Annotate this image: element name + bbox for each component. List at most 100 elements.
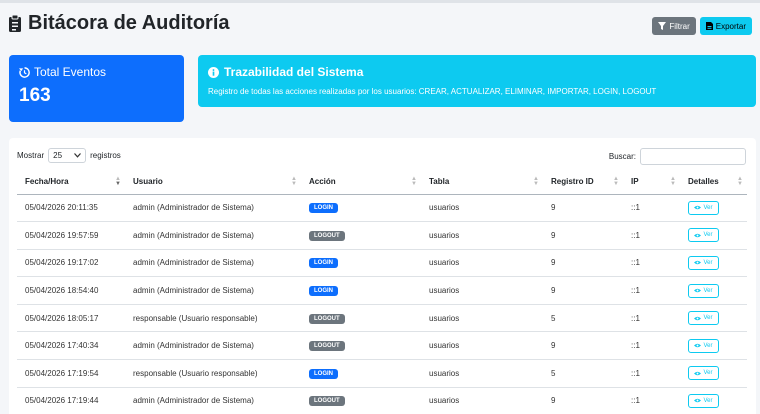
filter-button[interactable]: Filtrar xyxy=(652,17,696,35)
view-details-label: Ver xyxy=(703,315,713,322)
cell-ip: ::1 xyxy=(623,249,680,278)
col-header-ip[interactable]: IP ▲ ▼ xyxy=(623,170,680,195)
cell-fecha: 05/04/2026 19:17:02 xyxy=(17,249,125,278)
page-title: Bitácora de Auditoría xyxy=(8,12,230,35)
cell-fecha: 05/04/2026 19:57:59 xyxy=(17,221,125,250)
view-details-label: Ver xyxy=(703,287,713,294)
col-header-accion[interactable]: Acción ▲ ▼ xyxy=(301,170,421,195)
total-events-label: Total Eventos xyxy=(34,65,107,79)
cell-registro: 9 xyxy=(543,387,623,414)
page-title-text: Bitácora de Auditoría xyxy=(28,12,230,34)
search-input[interactable] xyxy=(640,148,746,165)
cell-detalles: Ver xyxy=(680,387,747,414)
view-details-button[interactable]: Ver xyxy=(688,338,719,353)
view-details-label: Ver xyxy=(703,232,713,239)
cell-accion: LOGOUT xyxy=(301,221,421,250)
col-header-registro[interactable]: Registro ID ▲ ▼ xyxy=(543,170,623,195)
view-details-button[interactable]: Ver xyxy=(688,200,719,215)
table-row: 05/04/2026 18:54:40 admin (Administrador… xyxy=(17,276,747,305)
cell-accion: LOGOUT xyxy=(301,304,421,333)
cell-registro: 5 xyxy=(543,359,623,388)
cell-tabla: usuarios xyxy=(421,249,543,278)
cell-usuario: admin (Administrador de Sistema) xyxy=(125,276,301,305)
cell-accion: LOGIN xyxy=(301,194,421,223)
file-export-icon xyxy=(705,22,713,30)
action-badge: LOGOUT xyxy=(309,313,345,324)
cell-accion: LOGIN xyxy=(301,249,421,278)
cell-accion: LOGOUT xyxy=(301,331,421,361)
cell-detalles: Ver xyxy=(680,304,747,333)
view-details-label: Ver xyxy=(703,259,713,266)
filter-button-label: Filtrar xyxy=(669,21,690,31)
cell-tabla: usuarios xyxy=(421,194,543,223)
action-badge: LOGOUT xyxy=(309,396,345,407)
traceability-description: Registro de todas las acciones realizada… xyxy=(208,87,657,96)
view-details-label: Ver xyxy=(703,397,713,404)
cell-usuario: responsable (Usuario responsable) xyxy=(125,304,301,333)
export-button-label: Exportar xyxy=(715,21,746,31)
cell-detalles: Ver xyxy=(680,359,747,388)
action-badge: LOGIN xyxy=(309,286,338,297)
col-header-tabla[interactable]: Tabla ▲ ▼ xyxy=(421,170,543,195)
table-body: 05/04/2026 20:11:35 admin (Administrador… xyxy=(17,194,747,414)
total-events-card: Total Eventos 163 xyxy=(9,55,184,122)
cell-ip: ::1 xyxy=(623,221,680,250)
cell-fecha: 05/04/2026 20:11:35 xyxy=(17,194,125,223)
eye-icon xyxy=(694,206,702,210)
cell-detalles: Ver xyxy=(680,194,747,223)
action-badge: LOGIN xyxy=(309,368,338,379)
page-size-select[interactable]: 25 xyxy=(48,148,87,163)
sort-desc-icon: ▲ ▼ xyxy=(115,176,121,187)
cell-usuario: admin (Administrador de Sistema) xyxy=(125,194,301,223)
view-details-label: Ver xyxy=(703,370,713,377)
eye-icon xyxy=(694,371,702,376)
cell-tabla: usuarios xyxy=(421,276,543,305)
view-details-button[interactable]: Ver xyxy=(688,311,719,326)
cell-ip: ::1 xyxy=(623,304,680,333)
cell-usuario: admin (Administrador de Sistema) xyxy=(125,221,301,250)
sort-icon: ▲ ▼ xyxy=(737,176,743,187)
table-row: 05/04/2026 17:19:54 responsable (Usuario… xyxy=(17,359,747,388)
action-badge: LOGOUT xyxy=(309,341,345,352)
view-details-button[interactable]: Ver xyxy=(688,283,719,298)
col-header-usuario[interactable]: Usuario ▲ ▼ xyxy=(125,170,301,195)
cell-ip: ::1 xyxy=(623,359,680,388)
clipboard-list-icon xyxy=(9,14,21,32)
view-details-button[interactable]: Ver xyxy=(688,366,719,381)
table-row: 05/04/2026 20:11:35 admin (Administrador… xyxy=(17,194,747,223)
chevron-down-icon xyxy=(74,153,82,158)
cell-tabla: usuarios xyxy=(421,359,543,388)
eye-icon xyxy=(694,288,702,293)
show-label: Mostrar xyxy=(17,151,45,160)
eye-icon xyxy=(694,399,702,403)
cell-usuario: admin (Administrador de Sistema) xyxy=(125,249,301,278)
cell-ip: ::1 xyxy=(623,194,680,223)
page-size-value: 25 xyxy=(53,151,63,160)
table-row: 05/04/2026 19:57:59 admin (Administrador… xyxy=(17,221,747,250)
col-header-detalles[interactable]: Detalles ▲ ▼ xyxy=(680,170,747,195)
traceability-title: Trazabilidad del Sistema xyxy=(224,65,364,79)
cell-registro: 9 xyxy=(543,276,623,305)
view-details-button[interactable]: Ver xyxy=(688,393,719,408)
export-button[interactable]: Exportar xyxy=(699,17,752,35)
view-details-label: Ver xyxy=(703,204,713,211)
records-label: registros xyxy=(90,151,121,160)
table-header-row: Fecha/Hora ▲ ▼ Usuario ▲ ▼ Acción ▲ ▼ Tabla ▲ ▼ … xyxy=(17,170,747,195)
cell-registro: 9 xyxy=(543,194,623,223)
table-row: 05/04/2026 17:40:34 admin (Administrador… xyxy=(17,331,747,361)
cell-fecha: 05/04/2026 17:19:54 xyxy=(17,359,125,388)
sort-icon: ▲ ▼ xyxy=(411,176,417,187)
cell-detalles: Ver xyxy=(680,249,747,278)
cell-detalles: Ver xyxy=(680,331,747,361)
cell-accion: LOGIN xyxy=(301,359,421,388)
cell-tabla: usuarios xyxy=(421,304,543,333)
total-events-value: 163 xyxy=(19,85,51,106)
action-badge: LOGIN xyxy=(309,203,338,214)
cell-registro: 5 xyxy=(543,304,623,333)
cell-ip: ::1 xyxy=(623,276,680,305)
view-details-button[interactable]: Ver xyxy=(688,228,719,243)
filter-icon xyxy=(658,22,667,30)
col-header-fecha[interactable]: Fecha/Hora ▲ ▼ xyxy=(17,170,125,195)
audit-table: Fecha/Hora ▲ ▼ Usuario ▲ ▼ Acción ▲ ▼ Tabla ▲ ▼ … xyxy=(17,170,747,414)
view-details-button[interactable]: Ver xyxy=(688,255,719,270)
